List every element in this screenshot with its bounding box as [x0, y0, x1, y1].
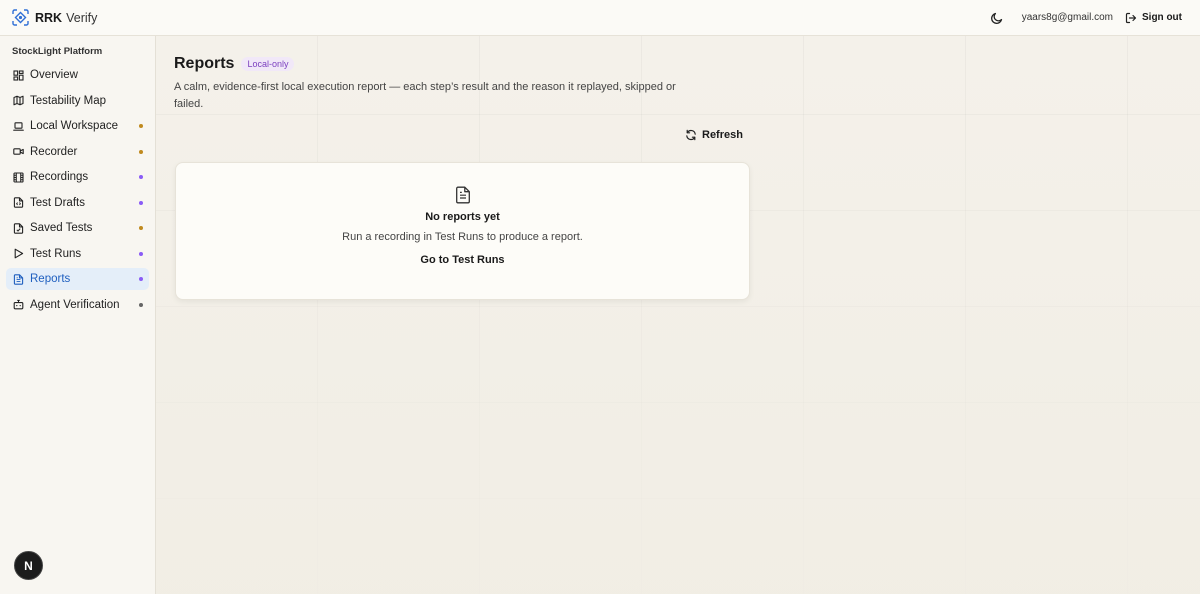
sidebar-item-label: Reports: [30, 273, 71, 285]
sidebar-item-label: Testability Map: [30, 94, 107, 107]
sign-out-label: Sign out: [1142, 12, 1182, 23]
brand[interactable]: RRK Verify: [12, 9, 97, 26]
sidebar-item-testability-map[interactable]: Testability Map: [6, 90, 149, 112]
status-dot: [139, 124, 143, 128]
empty-state-title: No reports yet: [425, 211, 500, 223]
sidebar: StockLight Platform Overview Testability…: [0, 36, 156, 594]
refresh-icon: [686, 129, 696, 141]
moon-icon[interactable]: [990, 11, 1004, 25]
file-code-icon: [13, 197, 24, 208]
status-dot: [139, 251, 143, 256]
sidebar-item-recorder[interactable]: Recorder: [6, 141, 149, 163]
bot-icon: [13, 299, 24, 310]
sidebar-item-label: Recorder: [30, 145, 78, 158]
status-dot: [139, 226, 143, 230]
sidebar-section-title: StockLight Platform: [12, 46, 103, 57]
sidebar-item-recordings[interactable]: Recordings: [6, 166, 149, 188]
page-header: Reports Local-only A calm, evidence-firs…: [174, 55, 684, 113]
sidebar-item-local-workspace[interactable]: Local Workspace: [6, 115, 149, 137]
sidebar-item-saved-tests[interactable]: Saved Tests: [6, 217, 149, 239]
main-content: Reports Local-only A calm, evidence-firs…: [156, 36, 1200, 594]
dashboard-icon: [13, 69, 24, 81]
play-icon: [13, 248, 24, 259]
empty-state-card: No reports yet Run a recording in Test R…: [175, 162, 750, 300]
refresh-button[interactable]: Refresh: [685, 129, 743, 141]
sign-out-button[interactable]: Sign out: [1125, 12, 1182, 24]
sidebar-item-label: Local Workspace: [30, 120, 118, 132]
sidebar-item-test-runs[interactable]: Test Runs: [6, 243, 149, 265]
refresh-label: Refresh: [702, 129, 743, 141]
map-icon: [13, 95, 24, 106]
sidebar-item-label: Recordings: [30, 171, 89, 183]
local-only-badge: Local-only: [241, 57, 295, 71]
laptop-icon: [13, 121, 24, 132]
sidebar-item-label: Agent Verification: [30, 298, 120, 311]
log-out-icon: [1125, 12, 1137, 23]
app-name-suffix: Verify: [66, 10, 98, 25]
dev-tools-badge-label: N: [24, 558, 33, 573]
status-dot: [139, 200, 143, 205]
status-dot: [139, 302, 143, 307]
sidebar-item-test-drafts[interactable]: Test Drafts: [6, 192, 149, 214]
file-text-icon: [13, 273, 24, 285]
page-description: A calm, evidence-first local execution r…: [174, 81, 676, 110]
sidebar-item-label: Saved Tests: [30, 222, 93, 234]
sidebar-item-label: Test Drafts: [30, 196, 85, 209]
logo-icon: [12, 9, 29, 26]
file-text-icon: [455, 186, 471, 204]
empty-state-text: Run a recording in Test Runs to produce …: [342, 231, 583, 243]
user-email: yaars8g@gmail.com: [1021, 12, 1113, 23]
dev-tools-badge[interactable]: N: [14, 551, 43, 580]
film-icon: [13, 171, 24, 183]
video-icon: [13, 146, 24, 157]
sidebar-item-label: Overview: [30, 69, 78, 81]
app-name: RRK: [35, 10, 63, 25]
sidebar-item-overview[interactable]: Overview: [6, 64, 149, 86]
sidebar-item-reports[interactable]: Reports: [6, 268, 149, 290]
sidebar-item-agent-verification[interactable]: Agent Verification: [6, 294, 149, 316]
status-dot: [139, 175, 143, 179]
status-dot: [139, 277, 143, 281]
sidebar-nav: Overview Testability Map Local Workspace…: [0, 64, 155, 316]
top-bar: RRK Verify yaars8g@gmail.com Sign out: [0, 0, 1200, 36]
status-dot: [139, 149, 143, 154]
sidebar-item-label: Test Runs: [30, 247, 82, 260]
file-check-icon: [13, 222, 24, 234]
go-to-test-runs-link[interactable]: Go to Test Runs: [420, 254, 504, 266]
page-title: Reports: [174, 55, 235, 72]
